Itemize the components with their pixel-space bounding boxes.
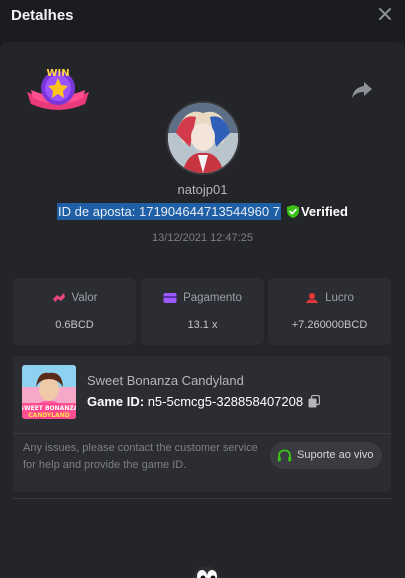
- verified-label: Verified: [300, 204, 348, 219]
- game-id-label: Game ID:: [87, 394, 145, 409]
- game-id-value: n5-5cmcg5-328858407208: [147, 394, 304, 409]
- game-card: SWEET BONANZA CANDYLAND Sweet Bonanza Ca…: [13, 356, 391, 492]
- stat-valor-label: Valor: [71, 292, 98, 304]
- stat-pagamento-label: Pagamento: [183, 292, 242, 304]
- game-thumbnail-image: SWEET BONANZA CANDYLAND: [22, 365, 76, 419]
- stat-valor-label-row: Valor: [13, 292, 136, 304]
- game-thumbnail[interactable]: SWEET BONANZA CANDYLAND: [22, 365, 76, 419]
- bet-id-line: ID de aposta: 171904644713544960 7 Verif…: [0, 203, 405, 220]
- stat-pagamento-label-row: Pagamento: [141, 292, 264, 304]
- verified-shield-icon: [286, 205, 299, 218]
- stat-valor-value: 0.6BCD: [55, 319, 94, 331]
- win-badge-text: WIN: [46, 68, 69, 79]
- bet-datetime: 13/12/2021 12:47:25: [152, 232, 253, 244]
- stat-pagamento-value: 13.1 x: [187, 319, 218, 331]
- game-card-divider: [13, 433, 391, 434]
- win-badge-icon: WIN: [27, 68, 89, 110]
- modal-header: Detalhes: [0, 0, 405, 34]
- avatar: [168, 103, 238, 173]
- svg-text:CANDYLAND: CANDYLAND: [28, 412, 69, 419]
- stat-lucro-value: +7.260000BCD: [291, 319, 368, 331]
- stat-pagamento: Pagamento 13.1 x: [141, 278, 264, 345]
- share-icon[interactable]: [351, 80, 373, 100]
- valor-icon: [52, 293, 65, 302]
- headset-icon: [277, 449, 292, 462]
- support-message: Any issues, please contact the customer …: [23, 442, 258, 471]
- modal-title: Detalhes: [11, 7, 74, 24]
- game-id-line: Game ID: n5-5cmcg5-328858407208: [87, 394, 321, 409]
- svg-text:SWEET BONANZA: SWEET BONANZA: [22, 405, 76, 412]
- bet-id[interactable]: ID de aposta: 171904644713544960 7: [57, 203, 281, 220]
- stat-valor: Valor 0.6BCD: [13, 278, 136, 345]
- mascot-icon: [192, 566, 220, 578]
- live-support-button[interactable]: Suporte ao vivo: [270, 442, 382, 469]
- section-divider: [13, 498, 391, 499]
- lucro-icon: [306, 293, 319, 303]
- game-name[interactable]: Sweet Bonanza Candyland: [87, 373, 244, 388]
- close-icon[interactable]: [378, 7, 392, 21]
- avatar-image: [168, 103, 238, 173]
- live-support-label: Suporte ao vivo: [297, 449, 374, 461]
- copy-icon[interactable]: [308, 395, 321, 408]
- stat-lucro-label-row: Lucro: [268, 292, 391, 304]
- stat-lucro: Lucro +7.260000BCD: [268, 278, 391, 345]
- details-panel: WIN natojp01 ID de aposta: 1719046447135…: [0, 42, 405, 578]
- stat-lucro-label: Lucro: [325, 292, 354, 304]
- username: natojp01: [177, 182, 228, 197]
- wallet-icon: [163, 293, 177, 303]
